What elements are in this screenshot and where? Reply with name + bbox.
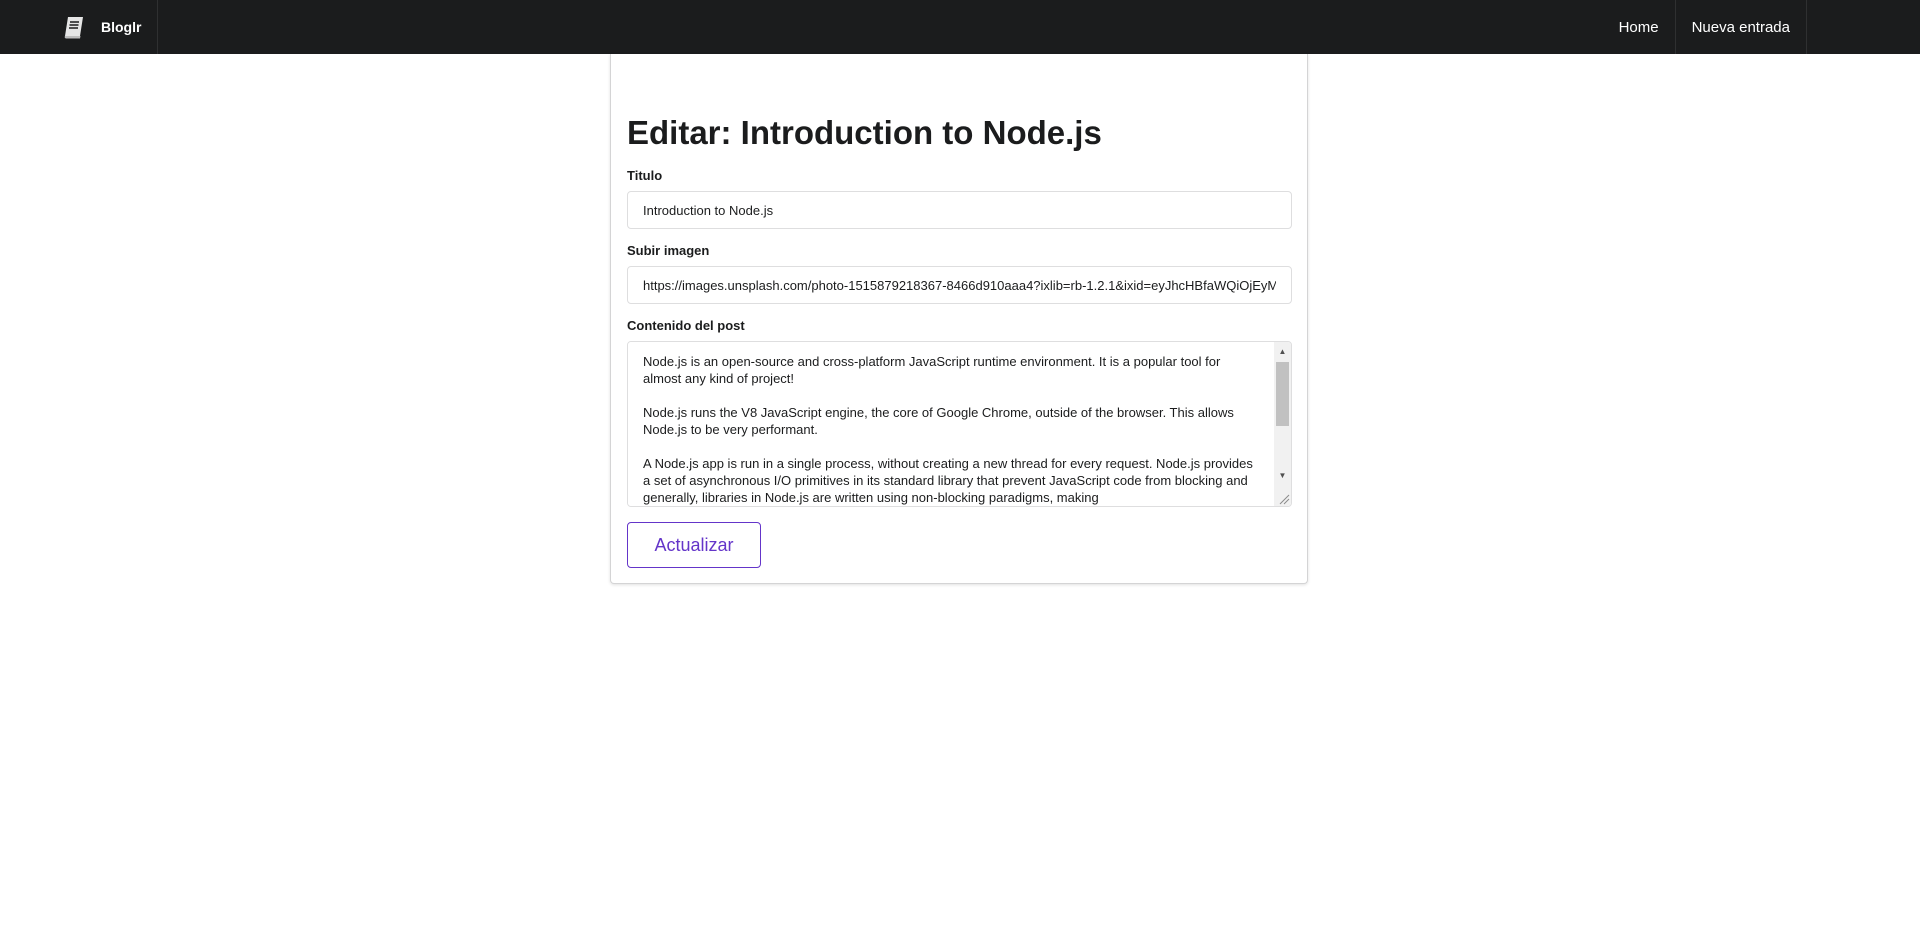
resize-grip-icon[interactable] <box>1276 491 1290 505</box>
page-title: Editar: Introduction to Node.js <box>627 114 1102 151</box>
nav-new-post-link[interactable]: Nueva entrada <box>1676 0 1807 54</box>
brand-label: Bloglr <box>101 19 142 35</box>
book-icon <box>61 14 87 40</box>
nav-links: Home Nueva entrada <box>1603 0 1807 54</box>
content-textarea[interactable]: Node.js is an open-source and cross-plat… <box>628 342 1274 506</box>
image-label: Subir imagen <box>627 243 710 258</box>
content-label: Contenido del post <box>627 318 745 333</box>
title-label: Titulo <box>627 168 663 183</box>
scroll-thumb[interactable] <box>1276 362 1289 426</box>
scroll-up-arrow-icon[interactable]: ▲ <box>1274 344 1291 358</box>
image-url-input[interactable] <box>627 266 1292 304</box>
scroll-down-arrow-icon[interactable]: ▼ <box>1274 468 1291 482</box>
top-navbar: Bloglr Home Nueva entrada <box>0 0 1920 54</box>
content-textarea-wrapper: Node.js is an open-source and cross-plat… <box>627 341 1292 507</box>
brand-link[interactable]: Bloglr <box>47 0 159 54</box>
title-input[interactable] <box>627 191 1292 229</box>
update-button[interactable]: Actualizar <box>627 522 761 568</box>
edit-post-card: Editar: Introduction to Node.js Titulo S… <box>610 54 1308 584</box>
nav-home-link[interactable]: Home <box>1603 0 1676 54</box>
textarea-scrollbar[interactable]: ▲ ▼ <box>1274 342 1291 506</box>
